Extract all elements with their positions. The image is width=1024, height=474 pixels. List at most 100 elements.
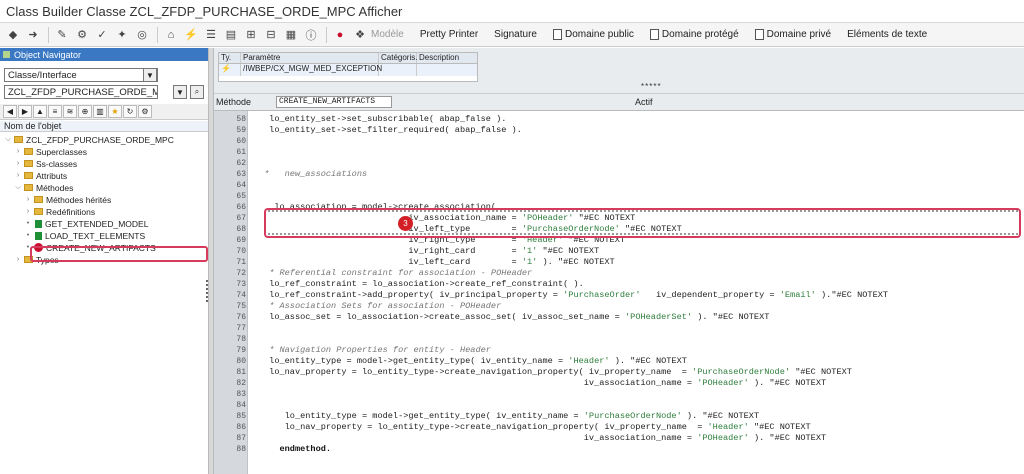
collapsed-toggle-icon[interactable]: › [14, 160, 22, 167]
tree-node-get-extended-model[interactable]: • GET_EXTENDED_MODEL [24, 218, 149, 229]
navigation-window-icon[interactable]: ▤ [222, 26, 240, 44]
tree-node-class[interactable]: ⌵ ZCL_ZFDP_PURCHASE_ORDE_MPC [4, 134, 174, 145]
toolbar-separator [48, 26, 49, 43]
forward-icon[interactable]: ▶ [18, 105, 32, 118]
object-type-select[interactable]: Classe/Interface [4, 68, 158, 82]
splitter-grip-icon[interactable] [206, 280, 210, 302]
tree-node-methods[interactable]: ⌵ Méthodes [14, 182, 73, 193]
collapse-handle[interactable]: ***** [641, 82, 662, 91]
binoculars-icon[interactable]: ⊕ [78, 105, 92, 118]
display-change-icon[interactable]: ✎ [53, 26, 71, 44]
code-line[interactable]: 72 * Referential constraint for associat… [214, 268, 1024, 279]
where-used-icon[interactable]: ⌂ [162, 26, 180, 44]
tree-label: Superclasses [36, 146, 88, 157]
text-elements-button[interactable]: Eléments de texte [847, 29, 927, 40]
public-section-button[interactable]: Domaine public [552, 29, 634, 40]
collapsed-toggle-icon[interactable]: › [14, 172, 22, 179]
protected-section-button[interactable]: Domaine protégé [649, 29, 739, 40]
code-line[interactable]: 85 lo_entity_type = model->get_entity_ty… [214, 411, 1024, 422]
signature-button[interactable]: Signature [494, 29, 537, 40]
pretty-printer-button[interactable]: Pretty Printer [420, 29, 478, 40]
check-icon[interactable]: ✓ [93, 26, 111, 44]
collapse-icon[interactable]: ≡ [48, 105, 62, 118]
layout-icon[interactable]: ▦ [282, 26, 300, 44]
collapsed-toggle-icon[interactable]: › [24, 196, 32, 203]
collapsed-toggle-icon[interactable]: › [14, 148, 22, 155]
dropdown-icon[interactable]: ▼ [173, 85, 187, 99]
code-line[interactable]: 80 lo_entity_type = model->get_entity_ty… [214, 356, 1024, 367]
tree-node-redefinitions[interactable]: › Redéfinitions [24, 206, 95, 217]
code-line[interactable]: 82 iv_association_name = 'POHeader' ). "… [214, 378, 1024, 389]
watchpoint-icon[interactable]: ❖ [351, 26, 369, 44]
code-line[interactable]: 62 [214, 158, 1024, 169]
collapsed-toggle-icon[interactable]: › [24, 208, 32, 215]
code-text: lo_assoc_set = lo_association->create_as… [264, 312, 770, 322]
line-number: 58 [236, 115, 246, 124]
expand-toggle-icon[interactable]: ⌵ [4, 136, 12, 144]
chevron-down-icon[interactable]: ▼ [143, 68, 157, 82]
collapsed-toggle-icon[interactable]: › [14, 256, 22, 263]
code-line[interactable]: 74 lo_ref_constraint->add_property( iv_p… [214, 290, 1024, 301]
method-icon [35, 231, 42, 240]
code-line[interactable]: 75 * Association Sets for association - … [214, 301, 1024, 312]
code-line[interactable]: 78 [214, 334, 1024, 345]
table-row[interactable]: ⚡ /IWBEP/CX_MGW_MED_EXCEPTION [219, 64, 477, 76]
object-name-input[interactable]: ZCL_ZFDP_PURCHASE_ORDE_MPC [4, 85, 158, 99]
code-editor[interactable]: 58 lo_entity_set->set_subscribable( abap… [214, 110, 1024, 474]
activate-icon[interactable]: ✦ [113, 26, 131, 44]
col-category: Catégoris. [381, 53, 418, 63]
code-line[interactable]: 58 lo_entity_set->set_subscribable( abap… [214, 114, 1024, 125]
refresh-icon[interactable]: ↻ [123, 105, 137, 118]
code-line[interactable]: 63 * new_associations [214, 169, 1024, 180]
code-line[interactable]: 81 lo_nav_property = lo_entity_type->cre… [214, 367, 1024, 378]
code-line[interactable]: 60 [214, 136, 1024, 147]
info-icon[interactable]: ⓘ [302, 26, 320, 44]
split-icon[interactable]: ▥ [93, 105, 107, 118]
code-line[interactable]: 71 iv_left_card = '1' ). "#EC NOTEXT [214, 257, 1024, 268]
code-line[interactable]: 59 lo_entity_set->set_filter_required( a… [214, 125, 1024, 136]
code-line[interactable]: 73 lo_ref_constraint = lo_association->c… [214, 279, 1024, 290]
private-section-button[interactable]: Domaine privé [754, 29, 831, 40]
hierarchy-icon[interactable]: ⊞ [242, 26, 260, 44]
code-line[interactable]: 61 [214, 147, 1024, 158]
tree-icon[interactable]: ⊟ [262, 26, 280, 44]
code-text: lo_nav_property = lo_entity_type->create… [264, 367, 852, 377]
code-line[interactable]: 88 endmethod. [214, 444, 1024, 455]
tree-node-subclasses[interactable]: › Ss-classes [14, 158, 77, 169]
code-line[interactable]: 84 [214, 400, 1024, 411]
leaf-bullet-icon: • [26, 220, 30, 227]
code-line[interactable]: 83 [214, 389, 1024, 400]
up-icon[interactable]: ▲ [33, 105, 47, 118]
code-line[interactable]: 77 [214, 323, 1024, 334]
magic-wand-icon[interactable]: ⚡ [182, 26, 200, 44]
breakpoint-icon[interactable]: ● [331, 26, 349, 44]
tree-node-load-text-elements[interactable]: • LOAD_TEXT_ELEMENTS [24, 230, 145, 241]
settings-icon[interactable]: ⚙ [138, 105, 152, 118]
code-line[interactable]: 86 lo_nav_property = lo_entity_type->cre… [214, 422, 1024, 433]
forward-icon[interactable]: ➜ [24, 26, 42, 44]
code-line[interactable]: 70 iv_right_card = '1' "#EC NOTEXT [214, 246, 1024, 257]
other-object-icon[interactable]: ⚙ [73, 26, 91, 44]
code-line[interactable]: 87 iv_association_name = 'POHeader' ). "… [214, 433, 1024, 444]
line-number: 77 [236, 324, 246, 333]
code-text: lo_entity_type = model->get_entity_type(… [264, 411, 760, 421]
expand-icon[interactable]: ≋ [63, 105, 77, 118]
back-icon[interactable]: ◀ [3, 105, 17, 118]
favorite-icon[interactable]: ★ [108, 105, 122, 118]
back-icon[interactable]: ◆ [4, 26, 22, 44]
tree-node-attributes[interactable]: › Attributs [14, 170, 67, 181]
object-list-icon[interactable]: ☰ [202, 26, 220, 44]
code-line[interactable]: 64 [214, 180, 1024, 191]
code-line[interactable]: 65 [214, 191, 1024, 202]
display-glasses-icon[interactable]: ⌕ [190, 85, 204, 99]
tree-node-superclasses[interactable]: › Superclasses [14, 146, 87, 157]
line-number: 63 [236, 170, 246, 179]
tree-label: Ss-classes [36, 158, 78, 169]
expand-toggle-icon[interactable]: ⌵ [14, 184, 22, 192]
code-line[interactable]: 79 * Navigation Properties for entity - … [214, 345, 1024, 356]
test-icon[interactable]: ◎ [133, 26, 151, 44]
code-line[interactable]: 76 lo_assoc_set = lo_association->create… [214, 312, 1024, 323]
method-status: Actif [635, 97, 653, 107]
model-button[interactable]: Modèle [371, 29, 404, 40]
tree-node-inherited-methods[interactable]: › Méthodes hérités [24, 194, 111, 205]
